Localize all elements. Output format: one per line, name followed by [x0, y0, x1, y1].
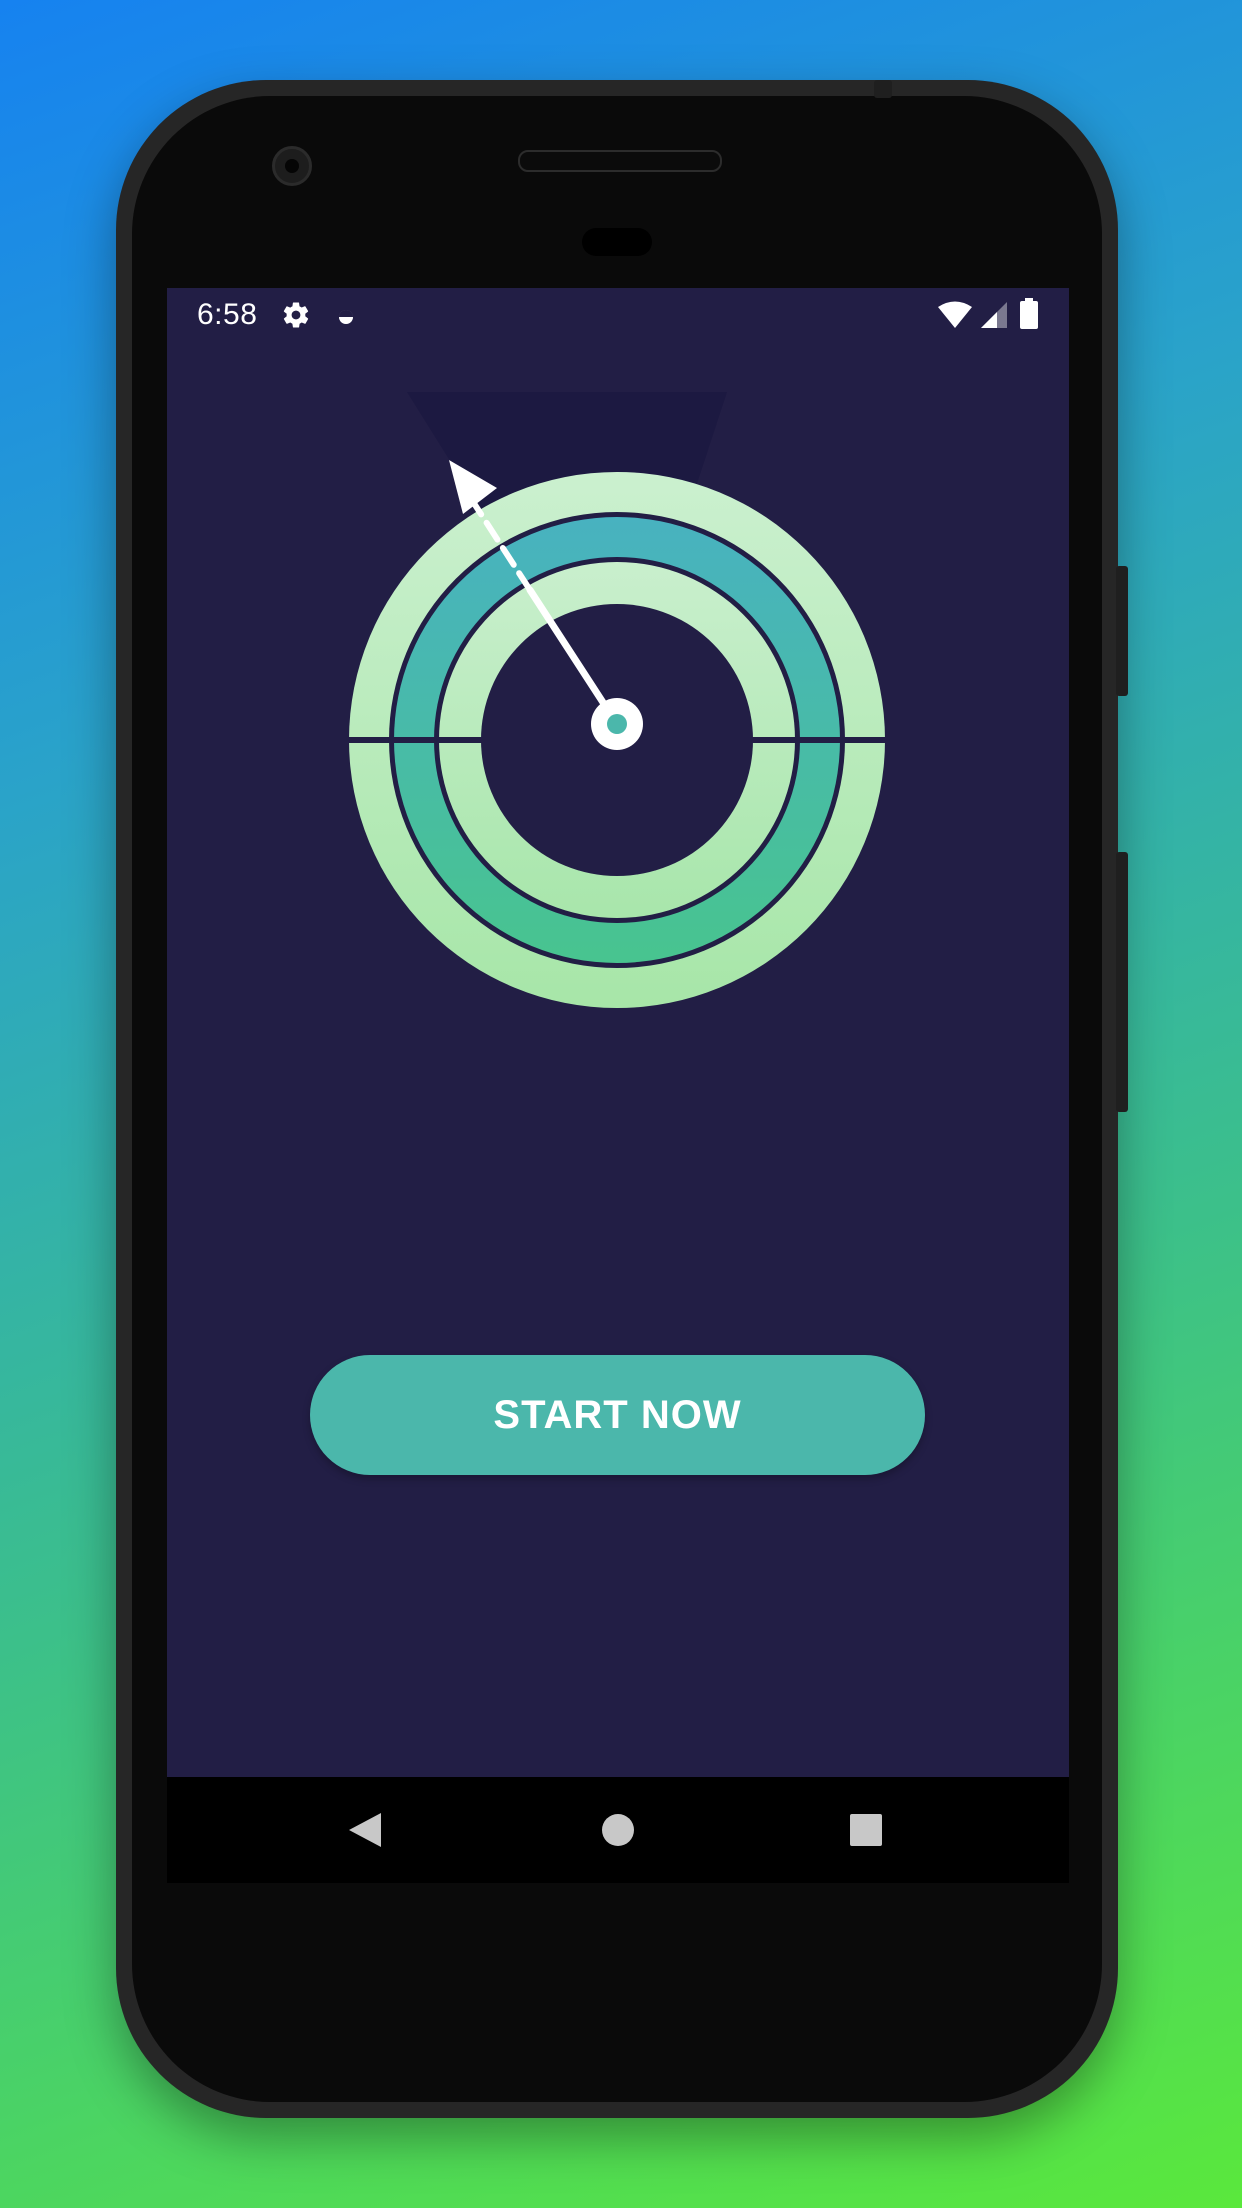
- earpiece-speaker: [518, 150, 722, 172]
- back-icon[interactable]: [347, 1811, 383, 1849]
- start-now-button[interactable]: START NOW: [310, 1355, 925, 1475]
- proximity-sensor: [582, 228, 652, 256]
- front-camera: [272, 146, 312, 186]
- power-button: [1116, 566, 1128, 696]
- volume-button: [1116, 852, 1128, 1112]
- phone-top-notch: [874, 80, 892, 98]
- app-screen: 6:58 START NOW: [167, 288, 1069, 1777]
- home-icon[interactable]: [601, 1813, 635, 1847]
- needle-pivot: [591, 698, 643, 750]
- recents-icon[interactable]: [849, 1813, 883, 1847]
- speedometer-graphic: [335, 460, 899, 1008]
- navigation-bar: [167, 1777, 1069, 1883]
